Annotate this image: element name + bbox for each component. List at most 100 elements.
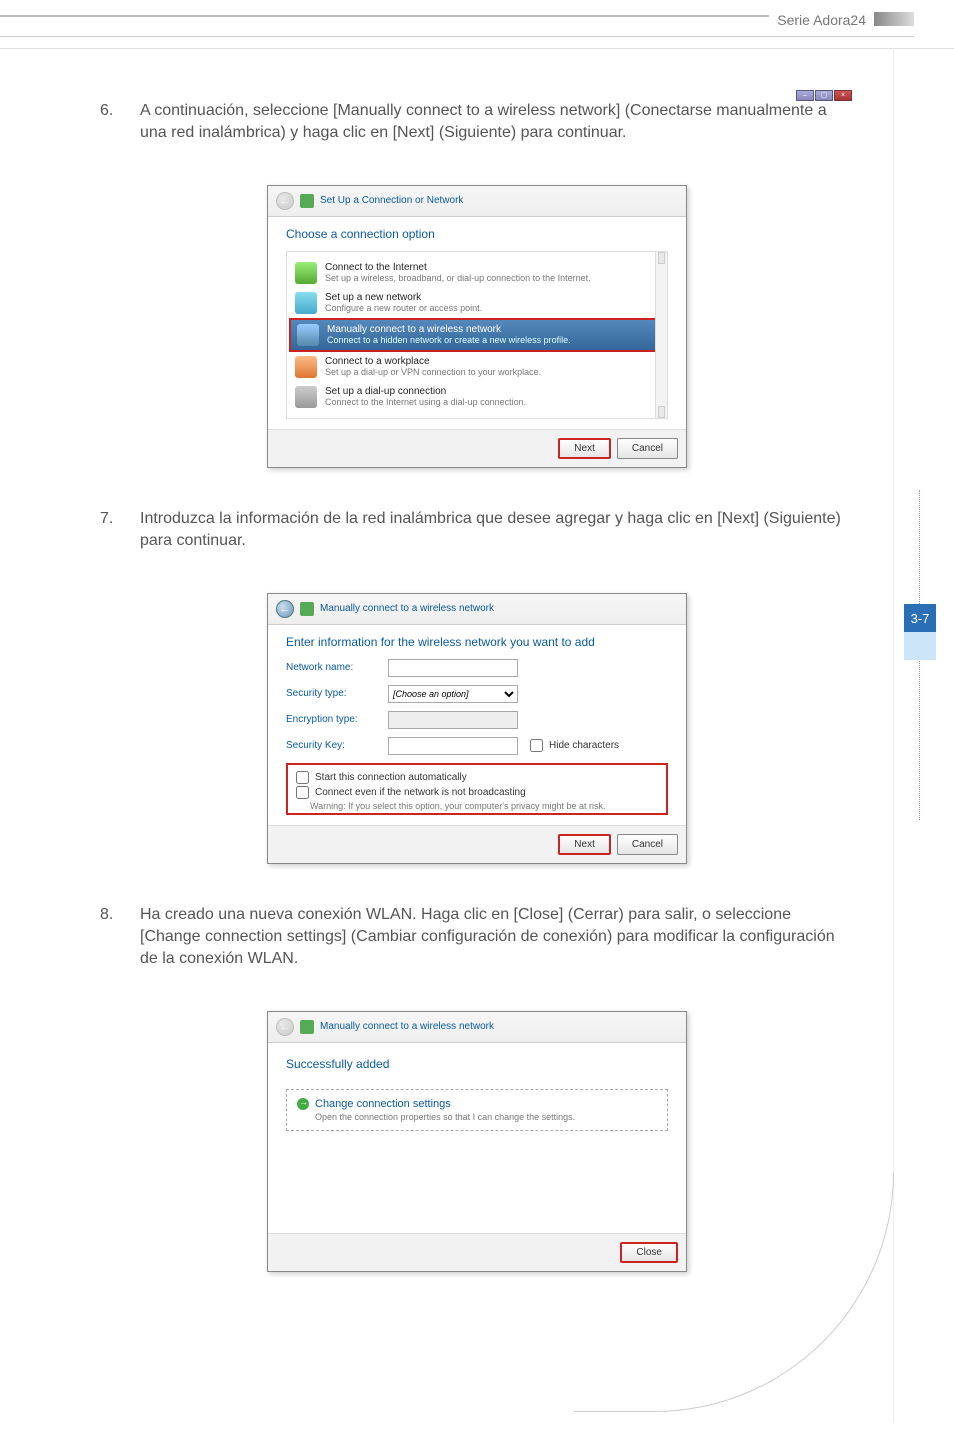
dialog-title: Set Up a Connection or Network: [320, 195, 463, 206]
select-security-type[interactable]: [Choose an option]: [388, 685, 518, 703]
label-start-auto: Start this connection automatically: [315, 772, 467, 783]
option-subtitle: Connect to a hidden network or create a …: [327, 335, 657, 345]
arrow-icon: [297, 1098, 309, 1110]
change-settings-label: Change connection settings: [315, 1098, 451, 1110]
warning-text: Warning: If you select this option, your…: [292, 801, 662, 811]
option-dialup[interactable]: Set up a dial-up connection Connect to t…: [289, 382, 665, 412]
option-manual-wireless[interactable]: Manually connect to a wireless network C…: [289, 318, 665, 352]
option-subtitle: Set up a dial-up or VPN connection to yo…: [325, 367, 659, 377]
dialog-manual-connect: – ▢ × ← Manually connect to a wireless n…: [267, 593, 687, 864]
building-icon: [295, 356, 317, 378]
minimize-button[interactable]: –: [796, 90, 814, 101]
dialog-body: Successfully added Change connection set…: [268, 1043, 686, 1233]
option-subtitle: Connect to the Internet using a dial-up …: [325, 397, 659, 407]
step-text: Ha creado una nueva conexión WLAN. Haga …: [140, 904, 854, 971]
network-icon: [300, 1020, 314, 1034]
back-icon: ←: [276, 192, 294, 210]
option-subtitle: Set up a wireless, broadband, or dial-up…: [325, 273, 659, 283]
option-new-network[interactable]: Set up a new network Configure a new rou…: [289, 288, 665, 318]
dialog-title-bar: ← Manually connect to a wireless network: [268, 1012, 686, 1043]
change-settings-box[interactable]: Change connection settings Open the conn…: [286, 1089, 668, 1131]
page-content: 6. A continuación, seleccione [Manually …: [100, 100, 854, 1312]
label-security-type: Security type:: [286, 688, 376, 699]
cancel-button[interactable]: Cancel: [617, 834, 678, 855]
next-button[interactable]: Next: [558, 438, 611, 459]
dialog-title: Manually connect to a wireless network: [320, 1021, 494, 1032]
change-settings-sub: Open the connection properties so that I…: [297, 1112, 657, 1122]
change-settings-link[interactable]: Change connection settings: [297, 1098, 657, 1110]
option-title: Connect to the Internet: [325, 262, 659, 273]
dialog-success: – ▢ × ← Manually connect to a wireless n…: [267, 1011, 687, 1272]
option-title: Set up a dial-up connection: [325, 386, 659, 397]
step-text: Introduzca la información de la red inal…: [140, 508, 854, 553]
input-encryption-type: [388, 711, 518, 729]
checkbox-hide-characters[interactable]: [530, 739, 543, 752]
dialog-title-bar: ← Set Up a Connection or Network: [268, 186, 686, 217]
globe-icon: [295, 262, 317, 284]
window-controls: – ▢ ×: [796, 90, 852, 101]
back-button[interactable]: ←: [276, 600, 294, 618]
step-number: 8.: [100, 904, 120, 971]
highlighted-options: Start this connection automatically Conn…: [286, 763, 668, 815]
close-button[interactable]: ×: [834, 90, 852, 101]
dialog-setup-connection: – ▢ × ← Set Up a Connection or Network C…: [267, 185, 687, 468]
label-network-name: Network name:: [286, 662, 376, 673]
row-start-auto: Start this connection automatically: [292, 771, 662, 784]
label-connect-broadcast: Connect even if the network is not broad…: [315, 787, 526, 798]
dialog-body: Choose a connection option Connect to th…: [268, 217, 686, 429]
network-icon: [300, 602, 314, 616]
row-network-name: Network name:: [286, 659, 668, 677]
row-security-type: Security type: [Choose an option]: [286, 685, 668, 703]
label-hide-characters: Hide characters: [549, 740, 619, 751]
option-connect-internet[interactable]: Connect to the Internet Set up a wireles…: [289, 258, 665, 288]
dialog-footer: Next Cancel: [268, 429, 686, 467]
dialog-heading: Enter information for the wireless netwo…: [286, 635, 668, 649]
scrollbar[interactable]: [655, 252, 667, 418]
wireless-icon: [297, 324, 319, 346]
option-title: Set up a new network: [325, 292, 659, 303]
step-number: 6.: [100, 100, 120, 145]
close-button[interactable]: Close: [620, 1242, 678, 1263]
dialog-heading: Choose a connection option: [286, 227, 668, 241]
dialog-footer: Next Cancel: [268, 825, 686, 863]
next-button[interactable]: Next: [558, 834, 611, 855]
option-title: Connect to a workplace: [325, 356, 659, 367]
checkbox-connect-broadcast[interactable]: [296, 786, 309, 799]
step-number: 7.: [100, 508, 120, 553]
step-7: 7. Introduzca la información de la red i…: [100, 508, 854, 553]
row-security-key: Security Key: Hide characters: [286, 737, 668, 755]
option-workplace[interactable]: Connect to a workplace Set up a dial-up …: [289, 352, 665, 382]
back-icon: ←: [276, 1018, 294, 1036]
step-6: 6. A continuación, seleccione [Manually …: [100, 100, 854, 145]
dialog-footer: Close: [268, 1233, 686, 1271]
network-icon: [300, 194, 314, 208]
page-divider: [0, 48, 954, 49]
input-security-key[interactable]: [388, 737, 518, 755]
phone-icon: [295, 386, 317, 408]
step-8: 8. Ha creado una nueva conexión WLAN. Ha…: [100, 904, 854, 971]
dialog-title-bar: ← Manually connect to a wireless network: [268, 594, 686, 625]
row-encryption-type: Encryption type:: [286, 711, 668, 729]
option-subtitle: Configure a new router or access point.: [325, 303, 659, 313]
row-connect-broadcast: Connect even if the network is not broad…: [292, 786, 662, 799]
maximize-button[interactable]: ▢: [815, 90, 833, 101]
screenshot-6: – ▢ × ← Set Up a Connection or Network C…: [100, 185, 854, 468]
screenshot-8: – ▢ × ← Manually connect to a wireless n…: [100, 1011, 854, 1272]
cancel-button[interactable]: Cancel: [617, 438, 678, 459]
screenshot-7: – ▢ × ← Manually connect to a wireless n…: [100, 593, 854, 864]
router-icon: [295, 292, 317, 314]
page-number-tab: 3-7: [904, 604, 936, 632]
dialog-heading: Successfully added: [286, 1057, 668, 1071]
dialog-title: Manually connect to a wireless network: [320, 603, 494, 614]
dialog-body: Enter information for the wireless netwo…: [268, 625, 686, 825]
header-series: Serie Adora24: [769, 12, 874, 28]
connection-option-list: Connect to the Internet Set up a wireles…: [286, 251, 668, 419]
option-title: Manually connect to a wireless network: [327, 324, 657, 335]
checkbox-start-auto[interactable]: [296, 771, 309, 784]
step-text: A continuación, seleccione [Manually con…: [140, 100, 854, 145]
header-accent: [874, 12, 914, 26]
label-security-key: Security Key:: [286, 740, 376, 751]
input-network-name[interactable]: [388, 659, 518, 677]
page-number-tab-shadow: [904, 632, 936, 660]
label-encryption-type: Encryption type:: [286, 714, 376, 725]
